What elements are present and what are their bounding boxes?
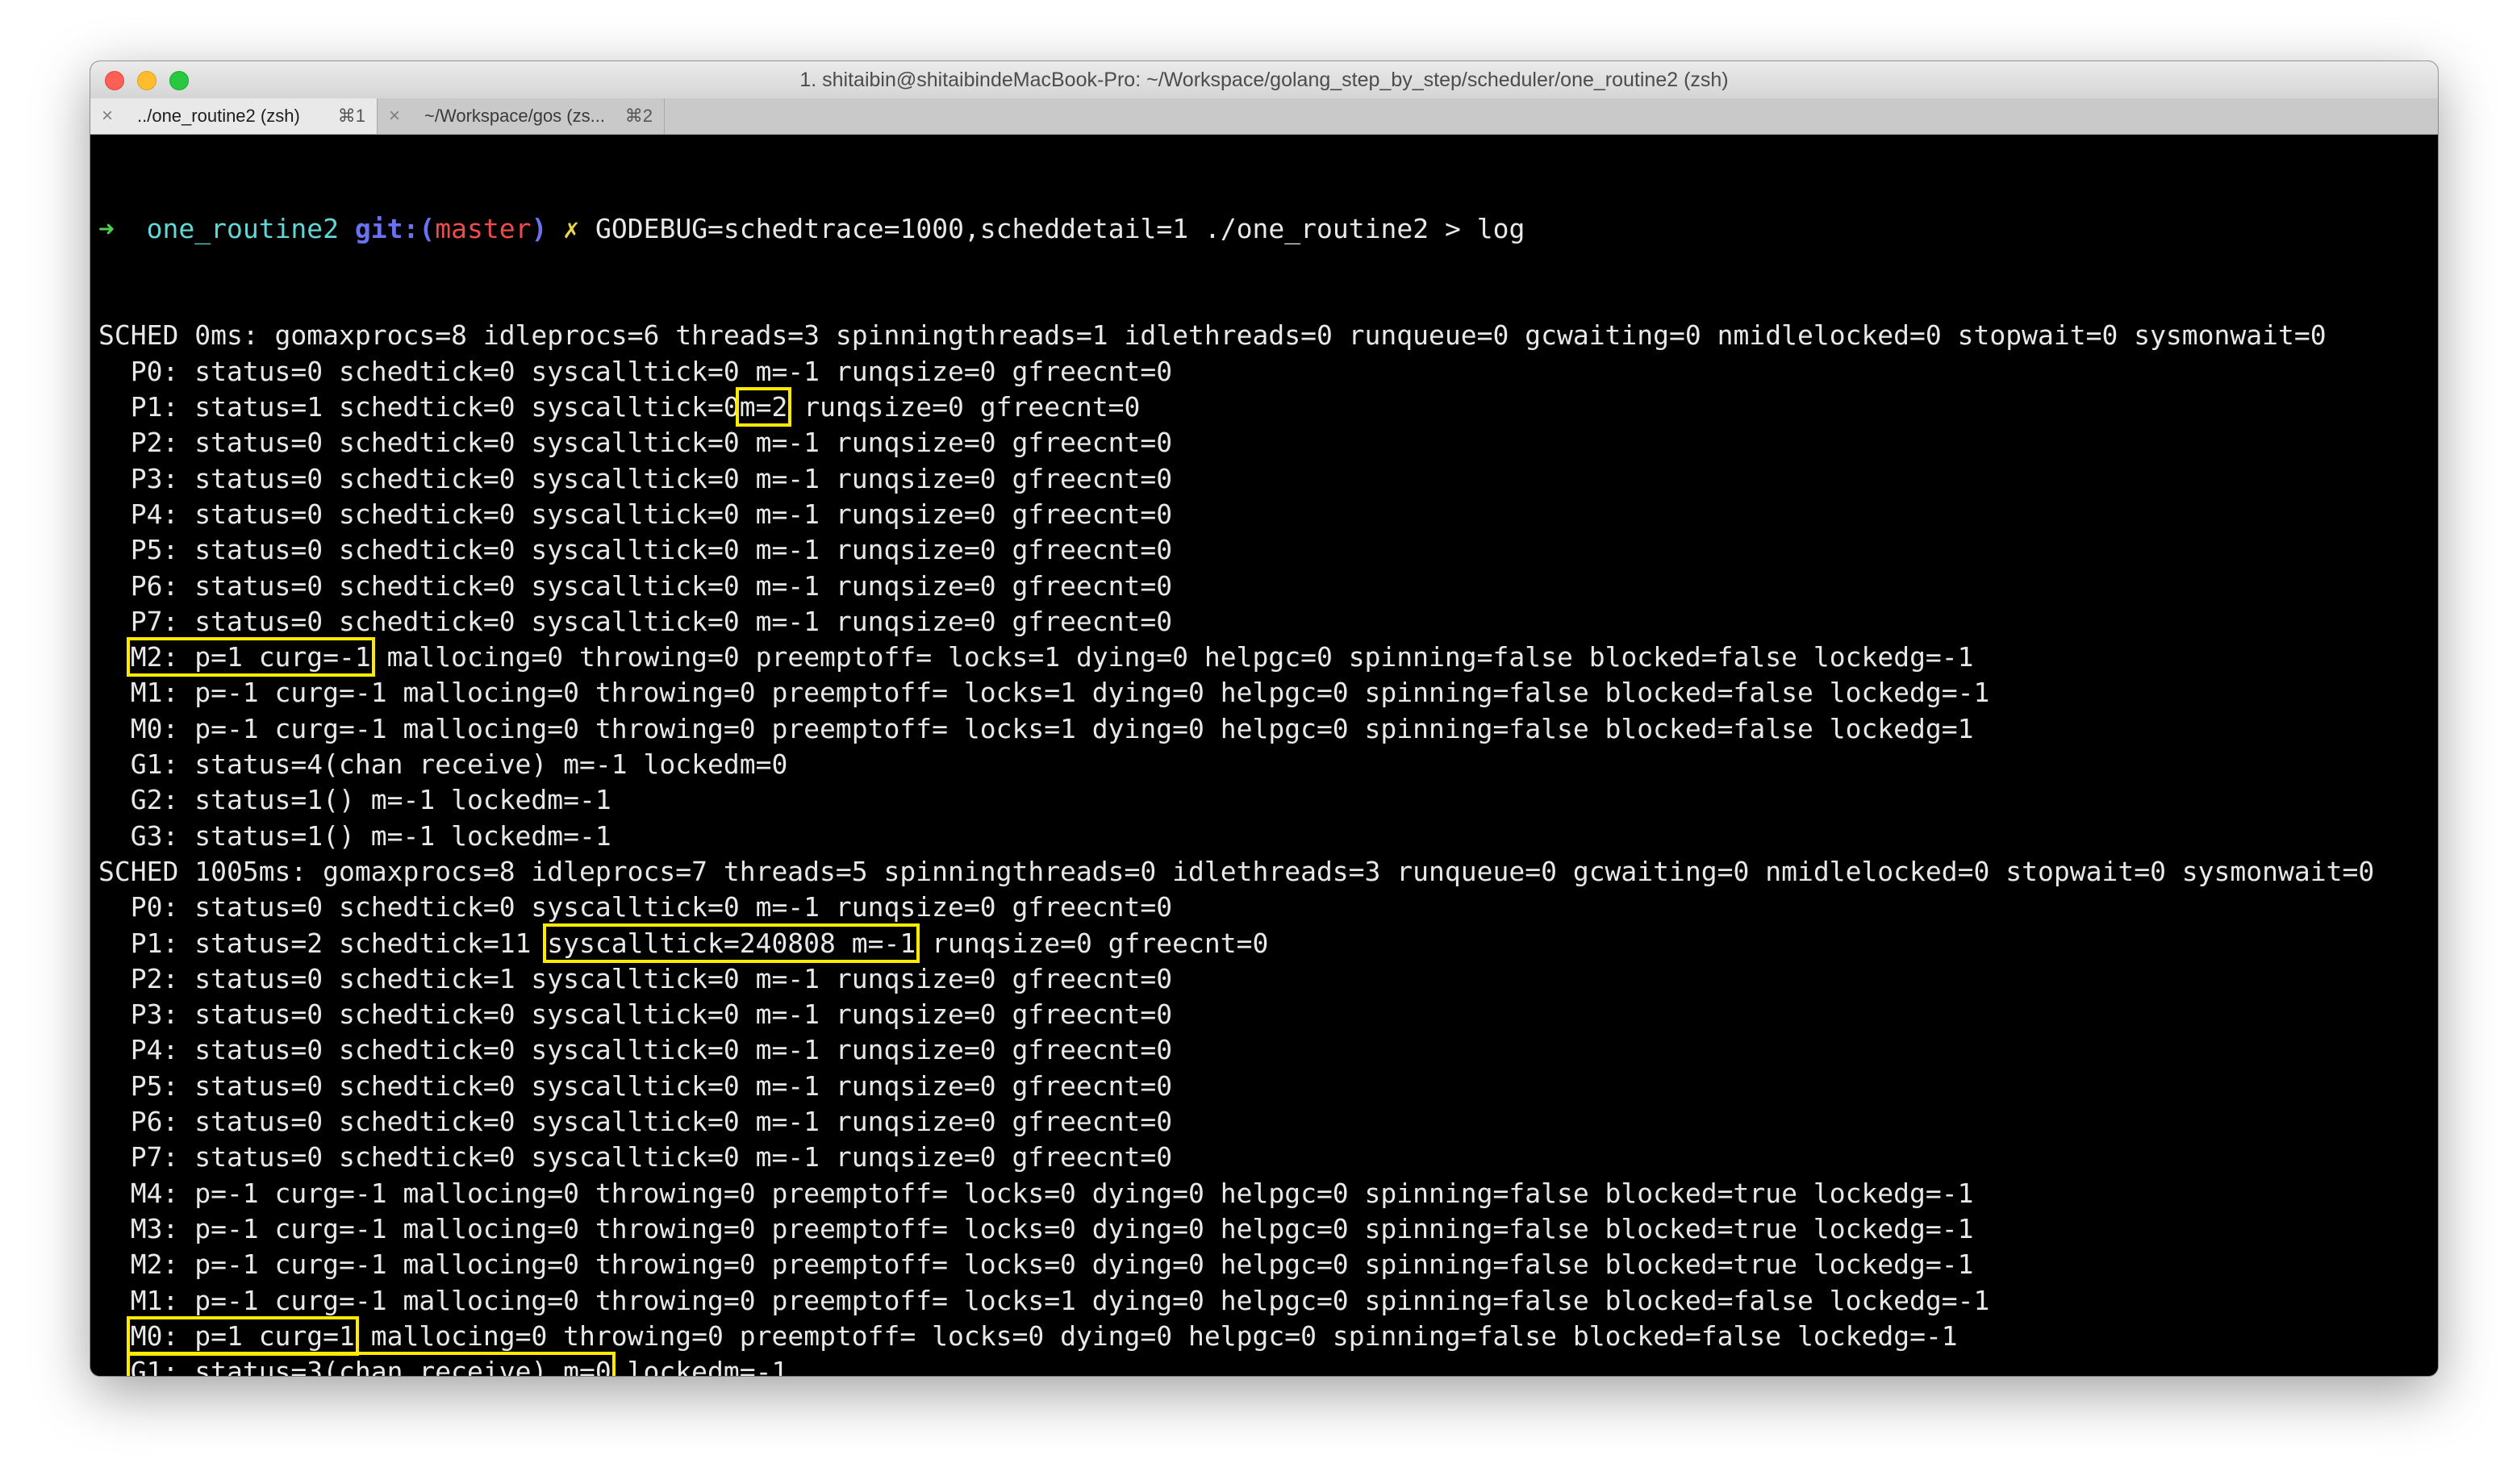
- terminal-area[interactable]: ➜ one_routine2 git:(master) ✗ GODEBUG=sc…: [90, 135, 2438, 1376]
- output-text: P4: status=0 schedtick=0 syscalltick=0 m…: [98, 498, 1173, 530]
- output-text: M0: p=-1 curg=-1 mallocing=0 throwing=0 …: [98, 712, 1974, 744]
- prompt-directory: one_routine2: [146, 212, 340, 244]
- output-line: P4: status=0 schedtick=0 syscalltick=0 m…: [98, 497, 2374, 532]
- output-text: SCHED 0ms: gomaxprocs=8 idleprocs=6 thre…: [98, 319, 2327, 352]
- output-text: runqsize=0 gfreecnt=0: [787, 391, 1141, 423]
- output-text: mallocing=0 throwing=0 preemptoff= locks…: [354, 1319, 1958, 1352]
- output-line: G1: status=3(chan receive) m=0 lockedm=-…: [98, 1352, 2374, 1376]
- prompt-command: GODEBUG=schedtrace=1000,scheddetail=1 ./…: [595, 212, 1525, 244]
- output-line: M0: p=-1 curg=-1 mallocing=0 throwing=0 …: [98, 711, 2374, 747]
- output-line: SCHED 1005ms: gomaxprocs=8 idleprocs=7 t…: [98, 854, 2374, 890]
- output-text: P1: status=1 schedtick=0 syscalltick=0: [98, 391, 740, 423]
- output-text: P6: status=0 schedtick=0 syscalltick=0 m…: [98, 569, 1173, 602]
- output-text: P6: status=0 schedtick=0 syscalltick=0 m…: [98, 1106, 1173, 1138]
- output-text: G1: status=4(chan receive) m=-1 lockedm=…: [98, 748, 788, 781]
- output-line: P7: status=0 schedtick=0 syscalltick=0 m…: [98, 604, 2374, 640]
- output-text: P0: status=0 schedtick=0 syscalltick=0 m…: [98, 355, 1173, 387]
- output-line: M2: p=1 curg=-1 mallocing=0 throwing=0 p…: [98, 637, 2374, 677]
- output-text: P2: status=0 schedtick=1 syscalltick=0 m…: [98, 962, 1173, 994]
- highlight-box: m=2: [735, 387, 792, 427]
- output-text: mallocing=0 throwing=0 preemptoff= locks…: [370, 641, 1974, 673]
- output-text: M2: p=-1 curg=-1 mallocing=0 throwing=0 …: [98, 1248, 1974, 1281]
- output-line: M1: p=-1 curg=-1 mallocing=0 throwing=0 …: [98, 675, 2374, 711]
- tab-label: ~/Workspace/gos (zs...: [424, 106, 605, 126]
- highlight-box: syscalltick=240808 m=-1: [543, 923, 920, 963]
- output-line: P0: status=0 schedtick=0 syscalltick=0 m…: [98, 890, 2374, 925]
- prompt-git-prefix: git:(: [354, 212, 436, 244]
- output-line: P2: status=0 schedtick=0 syscalltick=0 m…: [98, 425, 2374, 461]
- tab-label: ../one_routine2 (zsh): [137, 106, 300, 126]
- highlight-box: M0: p=1 curg=1: [126, 1315, 359, 1356]
- output-line: M2: p=-1 curg=-1 mallocing=0 throwing=0 …: [98, 1247, 2374, 1282]
- tab-bar: × ../one_routine2 (zsh) ⌘1 × ~/Workspace…: [90, 98, 2438, 135]
- output-line: G2: status=1() m=-1 lockedm=-1: [98, 782, 2374, 818]
- prompt-dirty-icon: ✗: [563, 212, 580, 244]
- output-text: P3: status=0 schedtick=0 syscalltick=0 m…: [98, 462, 1173, 494]
- highlight-box: G1: status=3(chan receive) m=0: [126, 1352, 616, 1376]
- output-text: M3: p=-1 curg=-1 mallocing=0 throwing=0 …: [98, 1212, 1974, 1244]
- prompt-git-suffix: ): [531, 212, 548, 244]
- output-text: G2: status=1() m=-1 lockedm=-1: [98, 784, 611, 816]
- output-text: P5: status=0 schedtick=0 syscalltick=0 m…: [98, 1069, 1173, 1102]
- output-line: M1: p=-1 curg=-1 mallocing=0 throwing=0 …: [98, 1283, 2374, 1319]
- highlight-box: M2: p=1 curg=-1: [126, 637, 375, 677]
- prompt-git-branch: master: [435, 212, 532, 244]
- output-line: M4: p=-1 curg=-1 mallocing=0 throwing=0 …: [98, 1176, 2374, 1211]
- output-line: P6: status=0 schedtick=0 syscalltick=0 m…: [98, 569, 2374, 604]
- window-title: 1. shitaibin@shitaibindeMacBook-Pro: ~/W…: [799, 69, 1729, 91]
- output-line: G1: status=4(chan receive) m=-1 lockedm=…: [98, 747, 2374, 782]
- output-text: lockedm=-1: [611, 1356, 788, 1376]
- output-line: P5: status=0 schedtick=0 syscalltick=0 m…: [98, 532, 2374, 568]
- output-text: P5: status=0 schedtick=0 syscalltick=0 m…: [98, 534, 1173, 566]
- tab-shortcut: ⌘1: [337, 106, 365, 126]
- output-text: P0: status=0 schedtick=0 syscalltick=0 m…: [98, 891, 1173, 923]
- output-text: P3: status=0 schedtick=0 syscalltick=0 m…: [98, 998, 1173, 1031]
- output-line: P6: status=0 schedtick=0 syscalltick=0 m…: [98, 1104, 2374, 1140]
- output-line: P7: status=0 schedtick=0 syscalltick=0 m…: [98, 1140, 2374, 1175]
- output-line: M0: p=1 curg=1 mallocing=0 throwing=0 pr…: [98, 1315, 2374, 1356]
- prompt-line: ➜ one_routine2 git:(master) ✗ GODEBUG=sc…: [98, 211, 2374, 247]
- tab-close-icon[interactable]: ×: [389, 98, 400, 134]
- output-line: P3: status=0 schedtick=0 syscalltick=0 m…: [98, 997, 2374, 1032]
- output-text: M1: p=-1 curg=-1 mallocing=0 throwing=0 …: [98, 1284, 1990, 1316]
- output-text: runqsize=0 gfreecnt=0: [916, 927, 1269, 959]
- tab-shortcut: ⌘2: [624, 106, 653, 126]
- output-line: P5: status=0 schedtick=0 syscalltick=0 m…: [98, 1069, 2374, 1104]
- output-line: P1: status=2 schedtick=11 syscalltick=24…: [98, 923, 2374, 963]
- output-line: P0: status=0 schedtick=0 syscalltick=0 m…: [98, 354, 2374, 390]
- output-line: G3: status=1() m=-1 lockedm=-1: [98, 819, 2374, 854]
- output-line: P3: status=0 schedtick=0 syscalltick=0 m…: [98, 461, 2374, 497]
- output-line: SCHED 0ms: gomaxprocs=8 idleprocs=6 thre…: [98, 318, 2374, 353]
- output-line: P1: status=1 schedtick=0 syscalltick=0m=…: [98, 387, 2374, 427]
- output-line: M3: p=-1 curg=-1 mallocing=0 throwing=0 …: [98, 1211, 2374, 1247]
- output-text: P1: status=2 schedtick=11: [98, 927, 548, 959]
- output-text: SCHED 1005ms: gomaxprocs=8 idleprocs=7 t…: [98, 855, 2375, 887]
- output-text: M1: p=-1 curg=-1 mallocing=0 throwing=0 …: [98, 677, 1990, 709]
- output-line: P2: status=0 schedtick=1 syscalltick=0 m…: [98, 961, 2374, 997]
- tab-one-routine2[interactable]: × ../one_routine2 (zsh) ⌘1: [90, 98, 378, 134]
- output-text: P2: status=0 schedtick=0 syscalltick=0 m…: [98, 427, 1173, 459]
- output-line: P4: status=0 schedtick=0 syscalltick=0 m…: [98, 1032, 2374, 1068]
- terminal-window: 1. shitaibin@shitaibindeMacBook-Pro: ~/W…: [90, 61, 2438, 1376]
- output-text: P7: status=0 schedtick=0 syscalltick=0 m…: [98, 605, 1173, 637]
- tab-close-icon[interactable]: ×: [102, 98, 113, 134]
- output-text: G3: status=1() m=-1 lockedm=-1: [98, 819, 611, 852]
- output-text: M4: p=-1 curg=-1 mallocing=0 throwing=0 …: [98, 1177, 1974, 1209]
- terminal-output: ➜ one_routine2 git:(master) ✗ GODEBUG=sc…: [98, 140, 2374, 1376]
- title-bar[interactable]: 1. shitaibin@shitaibindeMacBook-Pro: ~/W…: [90, 61, 2438, 99]
- prompt-arrow-icon: ➜: [98, 212, 115, 244]
- output-text: P4: status=0 schedtick=0 syscalltick=0 m…: [98, 1034, 1173, 1066]
- output-text: P7: status=0 schedtick=0 syscalltick=0 m…: [98, 1141, 1173, 1173]
- tab-workspace-gos[interactable]: × ~/Workspace/gos (zs... ⌘2: [378, 98, 665, 134]
